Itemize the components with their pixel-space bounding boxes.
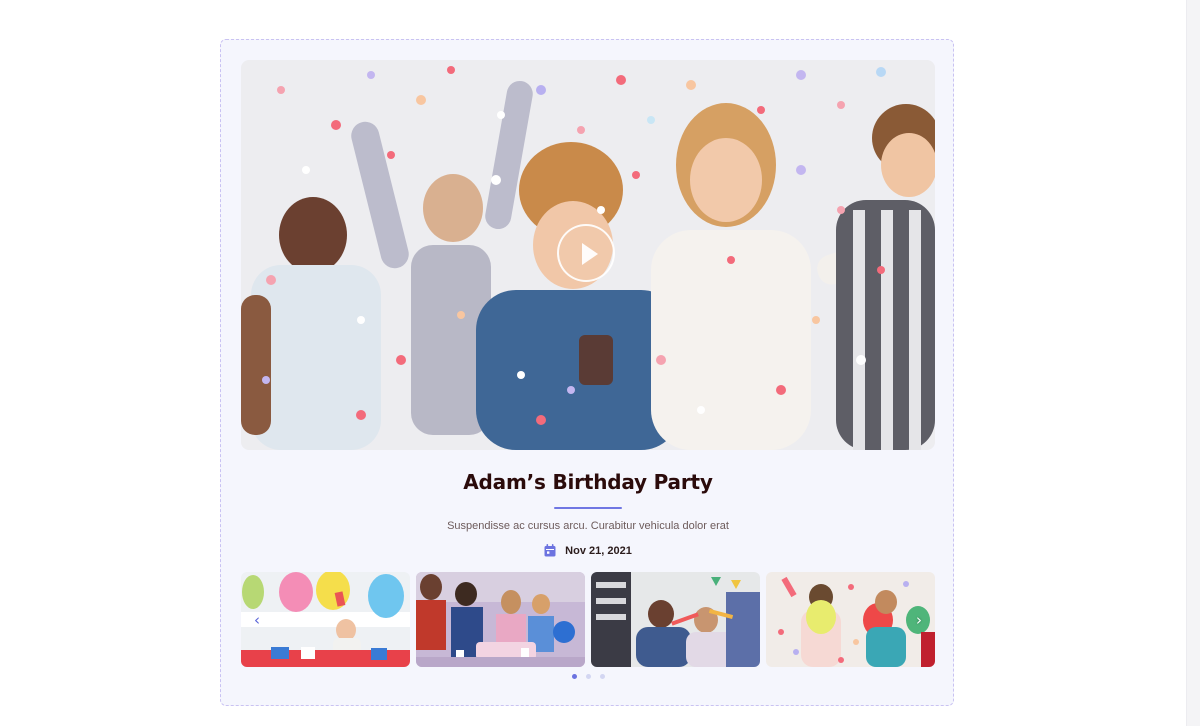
title-divider xyxy=(554,507,622,509)
calendar-icon xyxy=(544,544,556,557)
play-icon xyxy=(582,243,598,265)
event-date: Nov 21, 2021 xyxy=(565,544,632,557)
scrollbar[interactable] xyxy=(1186,0,1200,726)
thumbnail-image xyxy=(591,572,760,667)
pagination-dot-1[interactable] xyxy=(571,674,577,679)
pagination-dot-3[interactable] xyxy=(599,674,605,679)
thumbnail-item[interactable] xyxy=(766,572,935,667)
hero-image[interactable] xyxy=(241,60,935,450)
thumbnail-image xyxy=(241,572,410,667)
prev-arrow[interactable]: ‹ xyxy=(249,612,265,628)
thumbnail-carousel: ‹ › xyxy=(241,572,935,667)
event-card: Adam’s Birthday Party Suspendisse ac cur… xyxy=(220,39,954,706)
thumbnail-item[interactable] xyxy=(416,572,585,667)
chevron-left-icon: ‹ xyxy=(254,611,260,629)
event-date-row: Nov 21, 2021 xyxy=(221,544,955,557)
carousel-pagination xyxy=(221,674,955,679)
event-description: Suspendisse ac cursus arcu. Curabitur ve… xyxy=(447,520,729,532)
next-arrow[interactable]: › xyxy=(911,612,927,628)
chevron-right-icon: › xyxy=(916,611,922,629)
thumbnail-item[interactable] xyxy=(241,572,410,667)
pagination-dot-2[interactable] xyxy=(585,674,591,679)
thumbnail-image xyxy=(766,572,935,667)
event-title: Adam’s Birthday Party xyxy=(463,470,713,494)
play-video-button[interactable] xyxy=(557,224,615,282)
thumbnail-image xyxy=(416,572,585,667)
thumbnail-item[interactable] xyxy=(591,572,760,667)
